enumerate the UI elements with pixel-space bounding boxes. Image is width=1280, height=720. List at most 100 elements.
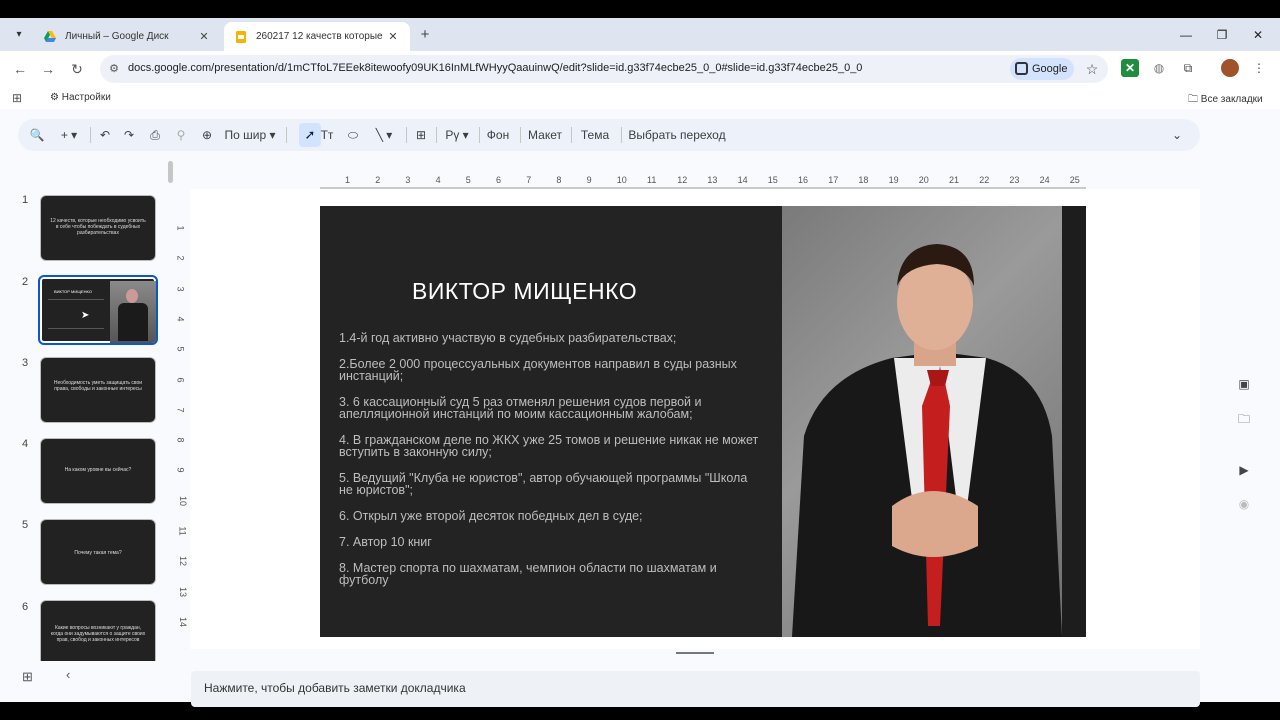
- record-icon[interactable]: ◉: [1232, 492, 1256, 516]
- ruler-number: 22: [979, 175, 990, 185]
- ruler-number: 13: [707, 175, 718, 185]
- restore-icon[interactable]: ❐: [1212, 25, 1232, 45]
- redo-icon[interactable]: ↷: [120, 126, 138, 144]
- input-tools-icon[interactable]: Pγ ▾: [442, 126, 472, 144]
- line-icon[interactable]: ╲ ▾: [370, 126, 398, 144]
- transition-button[interactable]: Выбрать переход: [627, 126, 727, 144]
- slides-editor: 🔍 + ▾ ↶ ↷ ⎙ ⚲ ⊕ По шир ▾ ➚ Tт ⬭ ╲ ▾ ⊞ Pγ…: [0, 109, 1280, 707]
- reload-icon[interactable]: ↻: [67, 59, 87, 79]
- all-bookmarks[interactable]: 🗀 Все закладки: [1188, 92, 1263, 109]
- collapse-filmstrip-icon[interactable]: ‹: [66, 667, 70, 682]
- tab-presentation[interactable]: 260217 12 качеств которые не ✕: [224, 22, 410, 51]
- ruler-number: 9: [175, 467, 186, 473]
- extension-icon[interactable]: ✕: [1121, 59, 1139, 77]
- speaker-photo[interactable]: [782, 206, 1086, 637]
- paint-format-icon[interactable]: ⚲: [172, 126, 190, 144]
- slide-thumbnail-active[interactable]: ВИКТОР МИЩЕНКО ➤: [38, 275, 158, 345]
- extensions-puzzle-icon[interactable]: ⧉: [1179, 59, 1197, 77]
- theme-button[interactable]: Тема: [578, 126, 612, 144]
- current-slide[interactable]: ВИКТОР МИЩЕНКО 1.4-й год активно участву…: [320, 206, 1086, 637]
- ruler-number: 21: [949, 175, 960, 185]
- slide-number: 6: [22, 601, 29, 613]
- google-drive-icon: [44, 30, 56, 42]
- tab-search-chevron-icon[interactable]: ▾: [9, 25, 29, 45]
- slide-thumbnail[interactable]: Почему такая тема?: [40, 519, 156, 585]
- ruler-number: 7: [175, 407, 186, 413]
- bookmark-star-icon[interactable]: ☆: [1082, 59, 1102, 79]
- slide-number: 2: [22, 276, 29, 288]
- ruler-number: 1: [175, 225, 186, 231]
- new-slide-icon[interactable]: + ▾: [54, 126, 84, 144]
- ruler-number: 9: [586, 175, 592, 185]
- address-bar[interactable]: ⚙ docs.google.com/presentation/d/1mCTfoL…: [100, 55, 1108, 83]
- slide-filmstrip: 1 12 качеств, которые необходимо усвоить…: [0, 161, 178, 661]
- new-tab-icon[interactable]: +: [416, 26, 434, 44]
- slides-toolbar: 🔍 + ▾ ↶ ↷ ⎙ ⚲ ⊕ По шир ▾ ➚ Tт ⬭ ╲ ▾ ⊞ Pγ…: [18, 119, 1200, 151]
- minimize-icon[interactable]: —: [1176, 25, 1196, 45]
- slide-thumbnail[interactable]: 12 качеств, которые необходимо усвоить в…: [40, 195, 156, 261]
- back-icon[interactable]: ←: [10, 59, 30, 79]
- collapse-toolbar-chevron-icon[interactable]: ⌄: [1168, 126, 1186, 144]
- google-slides-icon: [236, 30, 246, 43]
- tab-title: Личный – Google Диск: [65, 31, 169, 42]
- slide-thumbnail[interactable]: На каком уровне вы сейчас?: [40, 438, 156, 504]
- slide-number: 1: [22, 194, 29, 206]
- thumbnail-title: Какие вопросы возникают у граждан, когда…: [50, 625, 146, 643]
- notes-resize-handle[interactable]: [676, 652, 714, 654]
- forward-icon[interactable]: →: [38, 59, 58, 79]
- thumbnail-photo: [110, 281, 156, 343]
- ruler-number: 11: [177, 526, 188, 536]
- keep-icon[interactable]: ▣: [1232, 372, 1256, 396]
- shape-icon[interactable]: ⬭: [344, 126, 362, 144]
- text-box-icon[interactable]: Tт: [318, 126, 336, 144]
- bookmark-label: Все закладки: [1200, 94, 1263, 105]
- ruler-number: 12: [677, 175, 688, 185]
- browser-toolbar: ← → ↻ ⚙ docs.google.com/presentation/d/1…: [0, 51, 1280, 87]
- ruler-number: 24: [1039, 175, 1050, 185]
- lens-icon: [1015, 62, 1028, 75]
- ruler-number: 8: [175, 437, 186, 443]
- zoom-icon[interactable]: ⊕: [198, 126, 216, 144]
- tab-google-drive[interactable]: Личный – Google Диск ✕: [33, 22, 221, 51]
- horizontal-ruler[interactable]: 1 2 3 4 5 6 7 8 9 10 11 12 13 14 15 16 17 18 19 20 21 22 23 24 2…: [320, 175, 1086, 189]
- ruler-number: 5: [175, 346, 186, 352]
- ruler-number: 8: [556, 175, 562, 185]
- google-lens-pill[interactable]: Google: [1010, 58, 1074, 80]
- url-text: docs.google.com/presentation/d/1mCTfoL7E…: [128, 62, 863, 74]
- tasks-icon[interactable]: ▶: [1232, 458, 1256, 482]
- close-tab-icon[interactable]: ✕: [386, 30, 400, 43]
- slide-title[interactable]: ВИКТОР МИЩЕНКО: [412, 278, 637, 305]
- thumbnail-title: 12 качеств, которые необходимо усвоить в…: [50, 218, 146, 236]
- print-icon[interactable]: ⎙: [146, 126, 164, 144]
- background-button[interactable]: Фон: [484, 126, 512, 144]
- site-info-icon[interactable]: ⚙: [106, 61, 122, 77]
- speaker-notes-field[interactable]: Нажмите, чтобы добавить заметки докладчи…: [191, 671, 1200, 707]
- globe-extension-icon[interactable]: ◍: [1150, 59, 1168, 77]
- apps-grid-icon[interactable]: ⊞: [12, 91, 22, 105]
- ruler-number: 19: [888, 175, 899, 185]
- ruler-number: 10: [178, 495, 189, 506]
- bookmark-settings[interactable]: ⚙ Настройки: [50, 92, 111, 103]
- folder-icon[interactable]: 🗀: [1232, 407, 1256, 431]
- filmstrip-scrollbar[interactable]: [168, 161, 173, 183]
- search-menus-icon[interactable]: 🔍: [28, 126, 46, 144]
- slide-thumbnail[interactable]: Какие вопросы возникают у граждан, когда…: [40, 600, 156, 661]
- add-comment-icon[interactable]: ⊞: [412, 126, 430, 144]
- vertical-ruler[interactable]: 1 2 3 4 5 6 7 8 9 10 11 12 13 14: [175, 205, 190, 635]
- close-tab-icon[interactable]: ✕: [197, 30, 211, 43]
- layout-button[interactable]: Макет: [526, 126, 564, 144]
- grid-view-icon[interactable]: ⊞: [22, 669, 33, 685]
- slide-body[interactable]: 1.4-й год активно участвую в судебных ра…: [339, 332, 759, 600]
- bullet-point: 1.4-й год активно участвую в судебных ра…: [339, 331, 677, 345]
- slide-thumbnail[interactable]: Необходимость уметь защищать свои права,…: [40, 357, 156, 423]
- ruler-number: 5: [465, 175, 471, 185]
- ruler-number: 17: [828, 175, 839, 185]
- close-window-icon[interactable]: ✕: [1248, 25, 1268, 45]
- ruler-number: 3: [175, 286, 186, 292]
- zoom-select[interactable]: По шир ▾: [222, 126, 278, 144]
- bullet-point: 5. Ведущий "Клуба не юристов", автор обу…: [339, 471, 748, 497]
- profile-avatar[interactable]: [1221, 59, 1239, 77]
- browser-menu-icon[interactable]: ⋮: [1250, 59, 1268, 77]
- ruler-number: 6: [175, 376, 186, 383]
- undo-icon[interactable]: ↶: [96, 126, 114, 144]
